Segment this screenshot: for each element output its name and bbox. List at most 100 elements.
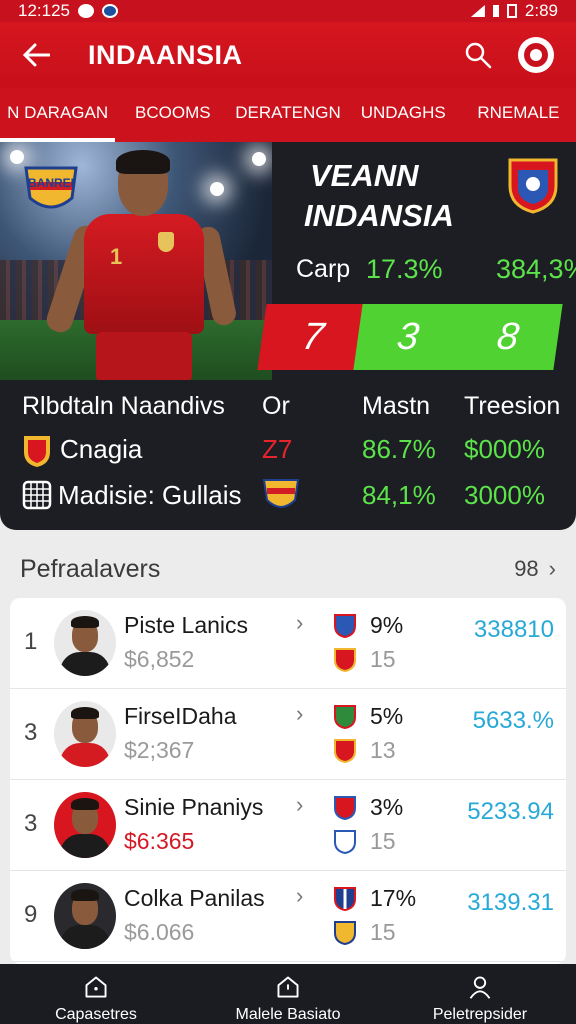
club-badge-text: BANREI — [28, 176, 75, 190]
section-title: Pefraalavers — [20, 554, 161, 583]
player-percent: 5% — [370, 703, 404, 729]
profile-badge-icon[interactable] — [514, 33, 558, 77]
hero-table-header-or: Or — [262, 392, 290, 420]
bottom-nav: Capasetres Malele Basiato Peletrepsider — [0, 964, 576, 1024]
player-rank: 1 — [24, 628, 38, 655]
home-icon — [277, 976, 299, 998]
team-crest-icon — [334, 921, 356, 946]
player-sub-value: 13 — [370, 737, 396, 763]
page-title: INDAANSIA — [88, 39, 243, 70]
score-green-value-1: 3 — [394, 315, 422, 358]
player-name: Colka Panilas — [124, 885, 265, 911]
nav-item-capasetres[interactable]: Capasetres — [0, 964, 192, 1024]
back-arrow-icon[interactable] — [18, 37, 54, 73]
chevron-right-icon[interactable]: › — [296, 792, 303, 818]
hero-stat-label: Carp — [296, 254, 351, 283]
avatar — [54, 792, 116, 858]
player-price: $2;367 — [124, 737, 195, 763]
player-sub-value: 15 — [370, 919, 396, 945]
avatar — [54, 883, 116, 949]
score-box-red: 7 — [257, 304, 369, 370]
player-sub-value: 15 — [370, 828, 396, 854]
hero-table-row[interactable]: Madisie: Gullais 84,1% 3000% — [0, 476, 576, 516]
team-crest-icon — [334, 648, 356, 673]
hero-row-treesion: $000% — [464, 434, 545, 464]
list-item[interactable]: 3 Sinie Pnaniys $6:365 › 3% 15 5233.94 — [10, 780, 566, 871]
search-icon[interactable] — [456, 33, 500, 77]
hero-row-treesion: 3000% — [464, 480, 545, 510]
section-count: 98 — [514, 556, 539, 581]
signal-icon — [492, 5, 499, 17]
tab-bcooms[interactable]: BCOOMS — [115, 88, 230, 142]
list-item[interactable]: 1 Piste Lanics $6,852 › 9% 15 338810 — [10, 598, 566, 689]
score-red-value: 7 — [299, 315, 327, 358]
player-rank: 3 — [24, 810, 38, 837]
team-crest-icon — [334, 830, 356, 855]
notification-app-icon — [102, 4, 118, 18]
club-badge-icon: BANREI — [22, 164, 80, 216]
hero-table-header-treesion: Treesion — [464, 392, 561, 420]
player-list: 1 Piste Lanics $6,852 › 9% 15 338810 3 F… — [10, 598, 566, 964]
hero-row-name: Madisie: Gullais — [58, 480, 242, 510]
player-value: 5633.% — [472, 707, 554, 734]
status-bar: 12:125 2:89 — [0, 0, 576, 22]
notification-heart-icon — [78, 4, 94, 18]
player-rank: 9 — [24, 901, 38, 928]
chevron-right-icon[interactable]: › — [296, 701, 303, 727]
avatar — [54, 701, 116, 767]
app-root: 12:125 2:89 INDAANSIA N DARAGAN BCOOMS D… — [0, 0, 576, 1024]
tab-n-daragan[interactable]: N DARAGAN — [0, 88, 116, 142]
hero-row-name: Cnagia — [60, 434, 143, 464]
battery-icon — [506, 4, 517, 18]
chevron-right-icon[interactable]: › — [296, 883, 303, 909]
status-time-left: 12:125 — [18, 1, 70, 20]
avatar — [54, 610, 116, 676]
player-price: $6,852 — [124, 646, 195, 672]
player-value: 3139.31 — [467, 889, 554, 916]
person-icon — [469, 976, 491, 999]
tab-deratengn[interactable]: DERATENGN — [230, 88, 345, 142]
player-rank: 3 — [24, 719, 38, 746]
hero-row-mastn: 86.7% — [362, 434, 436, 464]
hero-table-header-name: Rlbdtaln Naandivs — [22, 392, 225, 420]
hero-table-row[interactable]: Cnagia Z7 86.7% $000% — [0, 430, 576, 470]
team-crest-icon — [334, 614, 356, 639]
status-time-right: 2:89 — [524, 1, 558, 20]
hero-title-line1: VEANN — [310, 158, 419, 193]
wifi-icon — [470, 5, 485, 17]
team-crest-icon — [506, 156, 560, 214]
player-price: $6.066 — [124, 919, 195, 945]
team-crest-icon — [334, 739, 356, 764]
list-item[interactable]: 3 FirseIDaha $2;367 › 5% 13 5633.% — [10, 689, 566, 780]
hero-card[interactable]: 1 BANREI VEANN INDANSIA Carp 17.3% 384,3… — [0, 142, 576, 530]
club-badge-small-icon — [262, 476, 300, 519]
team-crest-icon — [334, 705, 356, 730]
tab-undaghs[interactable]: UNDAGHS — [346, 88, 461, 142]
hero-stats-row: Carp 17.3% 384,3% — [296, 252, 576, 286]
score-box-green: 3 8 — [353, 304, 563, 370]
hero-table-header-mastn: Mastn — [362, 392, 431, 420]
chevron-right-icon[interactable]: › — [296, 610, 303, 636]
hero-row-or: Z7 — [262, 434, 293, 464]
player-percent: 9% — [370, 612, 404, 638]
player-value: 5233.94 — [467, 798, 554, 825]
team-crest-icon — [334, 887, 356, 912]
nav-item-malele-basiato[interactable]: Malele Basiato — [192, 964, 384, 1024]
player-percent: 17% — [370, 885, 417, 911]
grid-icon — [22, 480, 52, 515]
player-percent: 3% — [370, 794, 404, 820]
hero-stat-value-2: 384,3% — [496, 253, 576, 284]
home-icon — [85, 976, 107, 998]
hero-title-line2: INDANSIA — [304, 198, 454, 233]
players-section-header[interactable]: Pefraalavers 98 › — [0, 546, 576, 592]
hero-row-mastn: 84,1% — [362, 480, 436, 510]
player-name: Piste Lanics — [124, 612, 249, 638]
nav-item-peletrepsider[interactable]: Peletrepsider — [384, 964, 576, 1024]
player-name: Sinie Pnaniys — [124, 794, 264, 820]
list-item[interactable]: 9 Colka Panilas $6.066 › 17% 15 3139.31 — [10, 871, 566, 962]
player-value: 338810 — [473, 616, 554, 643]
player-price: $6:365 — [124, 828, 195, 854]
tab-rnemale[interactable]: RNEMALE — [461, 88, 576, 142]
chevron-right-icon[interactable]: › — [549, 556, 556, 582]
player-name: FirseIDaha — [124, 703, 237, 729]
